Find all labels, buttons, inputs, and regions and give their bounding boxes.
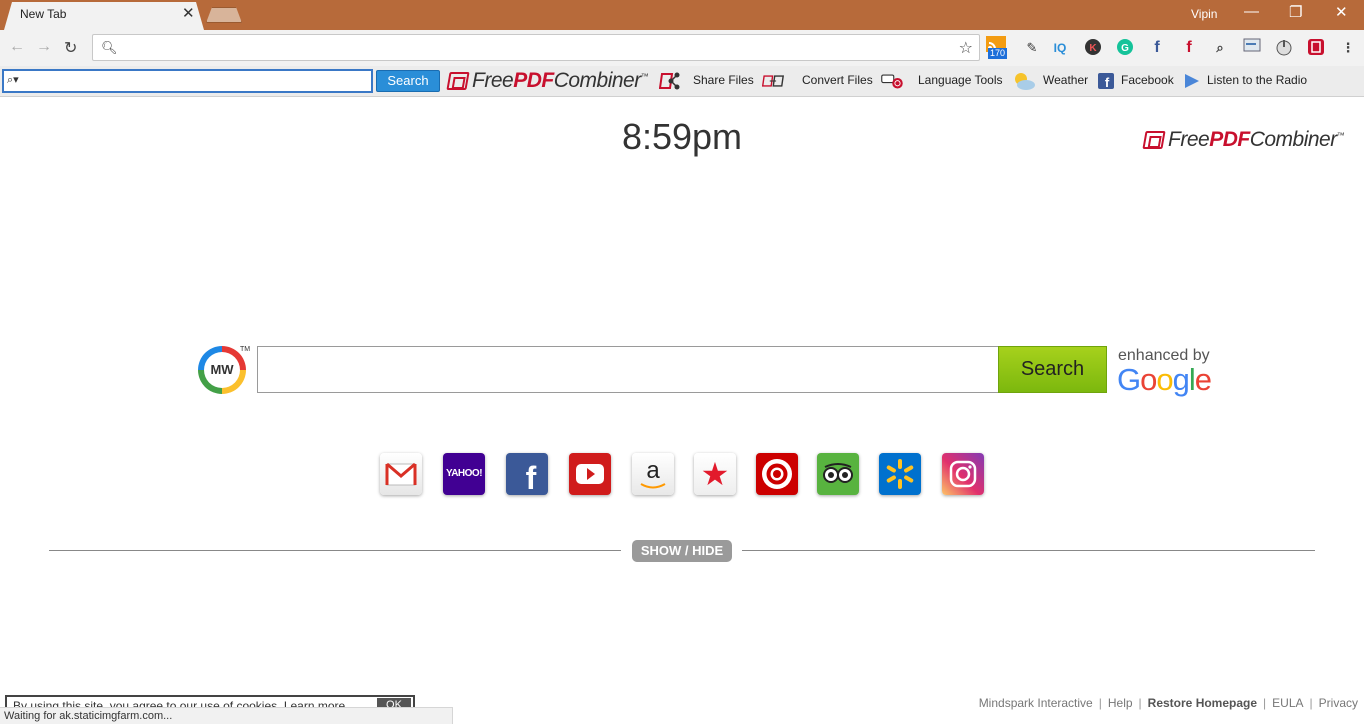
weather-icon [1015,73,1035,90]
macys-shortcut[interactable]: ★ [694,453,736,495]
tab-title: New Tab [20,7,67,21]
toolbar-language-tools[interactable]: Language Tools [918,73,1003,87]
footer-link-restore-homepage[interactable]: Restore Homepage [1148,696,1257,710]
rss-badge: 170 [988,48,1008,59]
amazon-smile-icon [640,483,666,489]
divider-left [49,550,621,551]
iq-icon[interactable]: IQ [1050,38,1070,58]
main-search-button[interactable]: Search [998,346,1107,393]
pdf-extension-icon[interactable] [1306,38,1326,58]
toolbar-listen-radio[interactable]: Listen to the Radio [1207,73,1307,87]
power-icon[interactable] [1274,38,1294,58]
screen-capture-icon[interactable] [1242,38,1262,58]
main-search-input[interactable] [257,346,999,393]
toolbar-search-button[interactable]: Search [376,70,440,92]
address-bar[interactable]: 🔍︎ ☆ [92,34,980,61]
youtube-icon [576,464,604,484]
extension-toolbar: ⌕▾ Search FreePDFCombiner™ Share Files C… [0,66,1364,97]
bookmark-star-icon[interactable]: ☆ [959,38,973,58]
profile-name[interactable]: Vipin [1191,7,1217,21]
restore-icon[interactable]: ❐ [1289,3,1302,21]
amazon-shortcut[interactable]: a [632,453,674,495]
clock: 8:59pm [621,116,743,157]
freepdfcombiner-logo-icon [1142,131,1166,149]
share-files-icon [659,72,680,90]
k-extension-icon[interactable]: K [1083,38,1103,58]
mw-logo-text: MW [204,352,240,388]
walmart-shortcut[interactable] [879,453,921,495]
toolbar-weather[interactable]: Weather [1043,73,1088,87]
footer-links: Mindspark Interactive | Help | Restore Homep… [978,696,1358,710]
status-bar: Waiting for ak.staticimgfarm.com... [0,707,453,724]
footer-link-help[interactable]: Help [1108,696,1133,710]
macys-star-icon: ★ [700,456,730,492]
mw-trademark: TM [240,346,251,353]
radio-play-icon [1185,74,1199,88]
divider-right [742,550,1315,551]
language-tools-icon [881,74,903,89]
walmart-spark-icon [886,459,914,489]
freepdfcombiner-logo-icon [446,72,470,90]
new-tab-button[interactable] [206,7,242,23]
gmail-icon [385,462,417,486]
target-shortcut[interactable] [756,453,798,495]
tripadvisor-owl-icon [823,463,853,483]
reload-icon[interactable]: ↻ [64,38,77,58]
target-icon [762,459,792,489]
tripadvisor-shortcut[interactable] [817,453,859,495]
toolbar-convert-files[interactable]: Convert Files [802,73,873,87]
flipboard-icon[interactable]: f [1179,38,1199,58]
color-picker-icon[interactable]: ✎ [1022,38,1042,58]
facebook-icon[interactable]: f [1147,38,1167,58]
close-window-icon[interactable]: ✕ [1335,3,1348,21]
brand-logo-text: FreePDFCombiner™ [1168,128,1345,151]
svg-text:G: G [1121,43,1129,54]
footer-link-mindspark[interactable]: Mindspark Interactive [979,696,1093,710]
yahoo-logo-text: YAHOO! [445,468,483,479]
toolbar-logo-text: FreePDFCombiner™ [472,69,649,92]
menu-kebab-icon[interactable]: ⋮ [1338,38,1358,58]
grammarly-icon[interactable]: G [1115,38,1135,58]
facebook-logo-text: f [525,460,537,495]
freepdfcombiner-toolbar-logo[interactable]: FreePDFCombiner™ [446,69,649,93]
search-dropdown-icon[interactable]: ⌕▾ [7,73,19,87]
facebook-toolbar-icon: f [1098,73,1114,90]
instagram-camera-icon [949,460,977,488]
tab-close-icon[interactable]: ✕ [182,4,195,22]
toolbar-share-files[interactable]: Share Files [693,73,754,87]
magnifier-icon[interactable]: ⌕ [1210,38,1230,58]
svg-text:K: K [1089,43,1097,54]
instagram-shortcut[interactable] [942,453,984,495]
navigation-bar: ← → ↻ 🔍︎ ☆ 170 ✎ IQ K G f f ⌕ ⋮ [0,30,1364,66]
google-logo: Google [1117,362,1212,397]
search-icon: 🔍︎ [101,40,118,55]
show-hide-button[interactable]: SHOW / HIDE [632,540,732,562]
rss-feed-icon[interactable]: 170 [986,36,1008,59]
mindspark-mw-logo: MW [198,346,246,394]
toolbar-facebook[interactable]: Facebook [1121,73,1174,87]
toolbar-search-input[interactable]: ⌕▾ [2,69,373,93]
forward-icon[interactable]: → [36,38,52,56]
footer-link-eula[interactable]: EULA [1272,696,1303,710]
gmail-shortcut[interactable] [380,453,422,495]
facebook-shortcut[interactable]: f [506,453,548,495]
yahoo-shortcut[interactable]: YAHOO! [443,453,485,495]
youtube-shortcut[interactable] [569,453,611,495]
minimize-icon[interactable]: — [1244,3,1259,20]
convert-files-icon [762,75,784,87]
footer-link-privacy[interactable]: Privacy [1319,696,1358,710]
svg-text:f: f [1105,75,1110,90]
back-icon[interactable]: ← [9,38,25,56]
title-bar: New Tab ✕ Vipin — ❐ ✕ [0,0,1364,30]
freepdfcombiner-brand-logo[interactable]: FreePDFCombiner™ [1142,128,1345,152]
